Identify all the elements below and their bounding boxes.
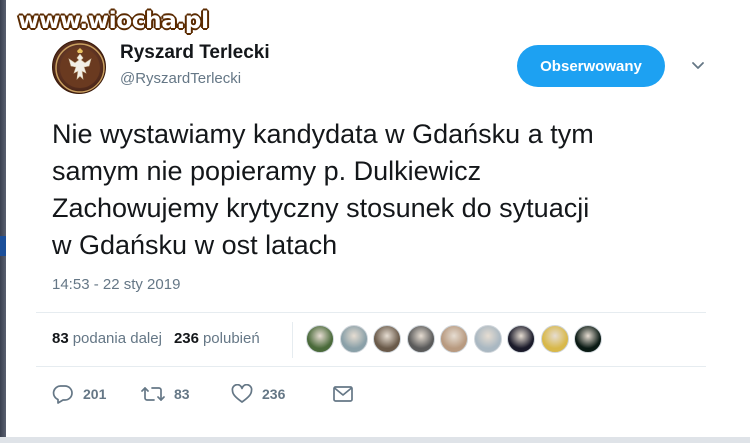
heart-icon — [231, 384, 253, 403]
tweet-timestamp[interactable]: 14:53 - 22 sty 2019 — [52, 276, 180, 293]
tweet-card: www.wiocha.pl Ryszard Terlecki @RyszardT… — [0, 0, 750, 443]
tweet-text: Nie wystawiamy kandydata w Gdańsku a tym… — [52, 116, 732, 264]
likes-stat-count: 236 — [173, 330, 199, 347]
tweet-text-line: w Gdańsku w ost latach — [52, 230, 338, 260]
eagle-emblem-icon — [55, 43, 105, 93]
divider — [36, 312, 706, 313]
reply-button[interactable]: 201 — [52, 384, 141, 404]
reply-count: 201 — [83, 386, 107, 402]
retweets-stat[interactable]: 83 podania dalej — [52, 330, 162, 347]
likes-stat[interactable]: 236 polubień — [174, 330, 260, 347]
liker-avatar[interactable] — [406, 325, 435, 353]
author-avatar[interactable] — [52, 40, 106, 94]
tweet-text-line: samym nie popieramy p. Dulkiewicz — [52, 156, 482, 186]
tweet-stats: 83 podania dalej 236 polubień — [52, 330, 272, 347]
liker-avatar[interactable] — [574, 325, 602, 353]
envelope-icon — [333, 386, 353, 402]
retweet-icon — [141, 387, 165, 401]
retweet-count: 83 — [174, 386, 190, 402]
likes-stat-label: polubień — [202, 330, 260, 347]
retweets-stat-label: podania dalej — [72, 330, 162, 347]
liker-avatar[interactable] — [339, 325, 368, 353]
tweet-text-line: Zachowujemy krytyczny stosunek do sytuac… — [52, 193, 590, 223]
liker-avatar[interactable] — [373, 325, 401, 353]
author-handle[interactable]: @RyszardTerlecki — [120, 70, 241, 87]
retweets-stat-count: 83 — [52, 330, 69, 347]
liker-avatar[interactable] — [306, 325, 334, 353]
reply-icon — [52, 385, 73, 404]
like-button[interactable]: 236 — [231, 384, 332, 404]
stats-separator — [292, 322, 293, 358]
direct-message-button[interactable] — [332, 384, 354, 404]
liker-avatar[interactable] — [440, 325, 468, 353]
liker-avatar[interactable] — [507, 325, 535, 353]
following-button[interactable]: Obserwowany — [517, 45, 665, 87]
watermark: www.wiocha.pl — [18, 8, 209, 34]
liker-avatar[interactable] — [473, 325, 502, 353]
window-edge — [0, 0, 6, 443]
retweet-button[interactable]: 83 — [141, 384, 231, 404]
likers-avatars — [306, 325, 608, 353]
like-count: 236 — [262, 386, 286, 402]
tweet-actions: 201 83 236 — [52, 384, 354, 404]
window-edge-accent — [0, 236, 6, 256]
page-bottom-border — [0, 437, 750, 443]
author-display-name[interactable]: Ryszard Terlecki — [120, 42, 270, 64]
chevron-down-icon[interactable] — [688, 56, 708, 76]
tweet-text-line: Nie wystawiamy kandydata w Gdańsku a tym — [52, 119, 594, 149]
divider — [36, 366, 706, 367]
liker-avatar[interactable] — [540, 325, 569, 353]
